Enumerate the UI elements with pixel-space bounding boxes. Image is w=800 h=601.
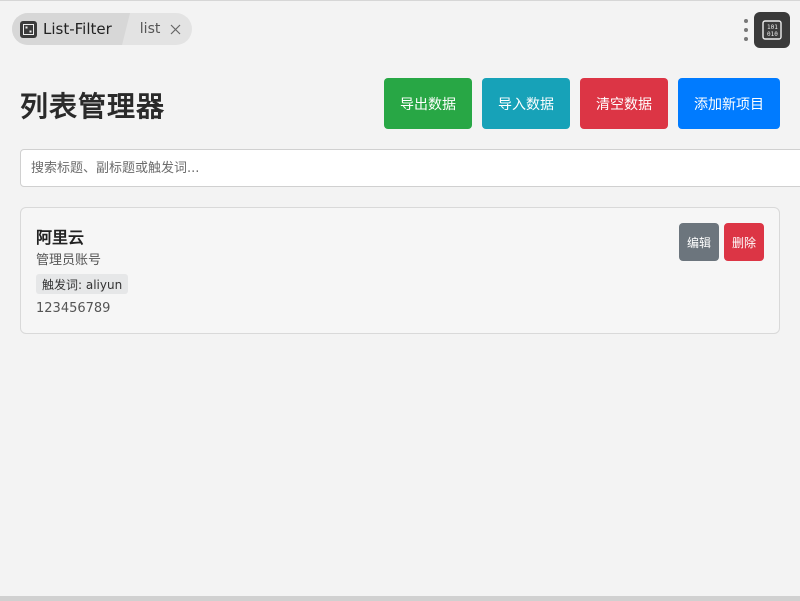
- page-title: 列表管理器: [20, 90, 166, 123]
- tab-app[interactable]: List-Filter: [12, 13, 130, 45]
- svg-text:101: 101: [767, 24, 778, 31]
- item-content: 123456789: [36, 301, 111, 316]
- trigger-badge: 触发词: aliyun: [36, 274, 129, 294]
- item-title: 阿里云: [36, 228, 85, 247]
- item-subtitle: 管理员账号: [36, 253, 102, 268]
- binary-icon: 101 010: [762, 20, 782, 40]
- svg-text:010: 010: [767, 31, 778, 38]
- horizontal-scrollbar[interactable]: [0, 596, 800, 601]
- kebab-icon[interactable]: [742, 18, 750, 42]
- close-icon[interactable]: [168, 22, 182, 36]
- extension-button[interactable]: 101 010: [754, 12, 790, 48]
- list-item: 阿里云 管理员账号 触发词: aliyun 123456789 编辑 删除: [20, 207, 780, 334]
- search-input[interactable]: [20, 149, 800, 187]
- edit-button[interactable]: 编辑: [679, 223, 719, 261]
- import-data-button[interactable]: 导入数据: [482, 78, 570, 129]
- tab-list-label: list: [139, 21, 161, 37]
- delete-button[interactable]: 删除: [724, 223, 764, 261]
- clear-data-button[interactable]: 清空数据: [580, 78, 668, 129]
- binary-icon: [20, 20, 37, 38]
- add-item-button[interactable]: 添加新项目: [678, 78, 780, 129]
- app-window: List-Filter list 101 010 列表管理器 导出数据 导入数据…: [0, 0, 800, 601]
- tab-group: List-Filter list: [12, 13, 193, 45]
- tab-app-title: List-Filter: [43, 20, 112, 38]
- tab-list[interactable]: list: [122, 13, 193, 45]
- export-data-button[interactable]: 导出数据: [384, 78, 472, 129]
